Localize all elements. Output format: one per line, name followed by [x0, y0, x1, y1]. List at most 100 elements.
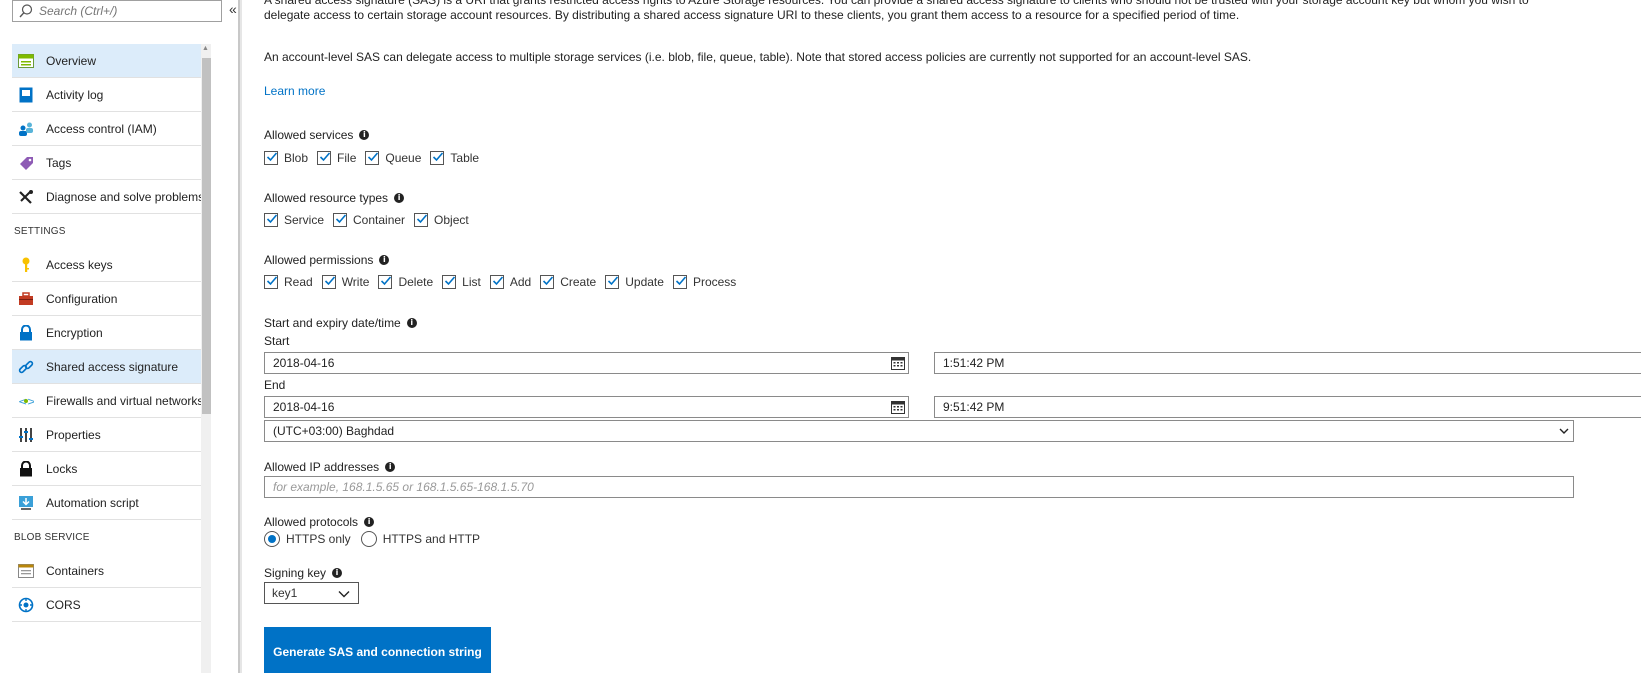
info-icon: i — [359, 130, 370, 140]
sidebar-item-properties[interactable]: Properties — [12, 418, 202, 452]
checkbox-add[interactable]: Add — [489, 275, 532, 289]
info-icon: i — [379, 255, 390, 265]
checkmark-icon — [321, 275, 336, 289]
checkbox-label: File — [337, 151, 357, 165]
checkbox-delete[interactable]: Delete — [378, 275, 433, 289]
sidebar-item-automation-script[interactable]: Automation script — [12, 486, 202, 520]
generate-sas-button[interactable]: Generate SAS and connection string — [264, 627, 491, 673]
section-heading-settings: SETTINGS — [14, 225, 66, 237]
checkbox-process[interactable]: Process — [672, 275, 737, 289]
checkbox-write[interactable]: Write — [321, 275, 369, 289]
checkmark-icon — [489, 275, 504, 289]
main-content: A shared access signature (SAS) is a URI… — [264, 0, 1641, 673]
allowed-resource-types-label-row: Allowed resource types i — [264, 191, 405, 205]
checkbox-container[interactable]: Container — [333, 213, 405, 227]
sidebar-item-firewalls[interactable]: < > Firewalls and virtual networks — [12, 384, 204, 418]
allowed-services-checkboxes: Blob File Queue Table — [264, 151, 488, 165]
activity-log-icon — [18, 87, 34, 103]
checkbox-label: Update — [625, 275, 664, 289]
svg-text:>: > — [27, 395, 34, 408]
timezone-value: (UTC+03:00) Baghdad — [273, 424, 395, 438]
lock-icon — [18, 324, 34, 341]
info-icon: i — [332, 568, 343, 578]
sidebar-item-shared-access-signature[interactable]: Shared access signature — [12, 350, 202, 384]
sidebar-scrollbar[interactable]: ▲ — [201, 44, 211, 673]
allowed-permissions-label-row: Allowed permissions i — [264, 253, 390, 267]
allowed-ip-label-row: Allowed IP addresses i — [264, 460, 396, 474]
checkmark-icon — [264, 213, 278, 227]
checkbox-update[interactable]: Update — [605, 275, 664, 289]
sidebar-item-configuration[interactable]: Configuration — [12, 282, 202, 316]
scroll-up-icon[interactable]: ▲ — [202, 45, 209, 52]
checkbox-object[interactable]: Object — [414, 213, 469, 227]
radio-https-and-http[interactable]: HTTPS and HTTP — [360, 531, 480, 547]
signing-key-select[interactable]: key1 — [264, 582, 359, 604]
checkbox-create[interactable]: Create — [540, 275, 596, 289]
checkbox-list[interactable]: List — [442, 275, 481, 289]
info-icon: i — [406, 318, 417, 328]
sidebar-item-containers[interactable]: Containers — [12, 554, 202, 588]
wrench-icon — [18, 189, 34, 205]
checkbox-label: Delete — [398, 275, 434, 289]
sidebar-item-encryption[interactable]: Encryption — [12, 316, 202, 350]
checkbox-table[interactable]: Table — [430, 151, 479, 165]
checkbox-label: Container — [353, 213, 406, 227]
checkmark-icon — [264, 275, 278, 289]
collapse-sidebar-button[interactable]: « — [229, 1, 237, 17]
allowed-ip-input[interactable]: for example, 168.1.5.65 or 168.1.5.65-16… — [264, 476, 1574, 498]
search-input[interactable] — [39, 2, 219, 20]
timezone-select[interactable]: (UTC+03:00) Baghdad — [264, 420, 1574, 442]
allowed-resource-types-label: Allowed resource types — [264, 191, 389, 205]
checkbox-label: Service — [284, 213, 325, 227]
start-date-input[interactable]: 2018-04-16 — [264, 352, 909, 374]
sidebar-item-overview[interactable]: Overview — [12, 44, 202, 78]
sidebar-item-label: Diagnose and solve problems — [46, 189, 205, 204]
sidebar-item-label: CORS — [46, 597, 81, 612]
learn-more-link[interactable]: Learn more — [264, 84, 325, 98]
tag-icon — [18, 155, 34, 171]
sidebar-nav: Overview Activity log Access control (IA… — [12, 44, 205, 622]
radio-https-only[interactable]: HTTPS only — [264, 531, 351, 547]
end-date-input[interactable]: 2018-04-16 — [264, 396, 909, 418]
checkbox-file[interactable]: File — [317, 151, 356, 165]
start-time-input[interactable]: 1:51:42 PM — [934, 352, 1641, 374]
checkbox-blob[interactable]: Blob — [264, 151, 308, 165]
checkmark-icon — [365, 151, 380, 165]
checkbox-read[interactable]: Read — [264, 275, 313, 289]
checkmark-icon — [540, 275, 555, 289]
account-sas-description: An account-level SAS can delegate access… — [264, 50, 1252, 64]
search-box[interactable] — [12, 0, 222, 22]
checkbox-queue[interactable]: Queue — [365, 151, 421, 165]
link-icon — [18, 359, 34, 375]
allowed-ip-placeholder: for example, 168.1.5.65 or 168.1.5.65-16… — [273, 480, 534, 494]
allowed-protocols-label-row: Allowed protocols i — [264, 515, 375, 529]
sidebar-item-label: Configuration — [46, 291, 118, 306]
sidebar-item-diagnose[interactable]: Diagnose and solve problems — [12, 180, 205, 214]
calendar-icon[interactable] — [891, 400, 905, 414]
sidebar-item-tags[interactable]: Tags — [12, 146, 202, 180]
checkmark-icon — [442, 275, 457, 289]
sidebar-item-label: Firewalls and virtual networks — [46, 393, 204, 408]
firewall-icon: < > — [18, 393, 34, 409]
datetime-label-row: Start and expiry date/time i — [264, 316, 417, 330]
scrollbar-thumb[interactable] — [202, 58, 211, 414]
calendar-icon[interactable] — [891, 356, 905, 370]
sidebar-item-access-keys[interactable]: Access keys — [12, 248, 202, 282]
toolbox-icon — [18, 291, 34, 307]
allowed-permissions-checkboxes: Read Write Delete List Add Create Update… — [264, 275, 745, 289]
radio-indicator — [360, 531, 377, 547]
checkbox-service[interactable]: Service — [264, 213, 324, 227]
allowed-protocols-radios: HTTPS only HTTPS and HTTP — [264, 531, 490, 547]
checkbox-label: List — [462, 275, 481, 289]
checkbox-label: Add — [509, 275, 532, 289]
allowed-permissions-label: Allowed permissions — [264, 253, 374, 267]
checkbox-label: Process — [692, 275, 737, 289]
checkbox-label: Read — [284, 275, 313, 289]
end-time-input[interactable]: 9:51:42 PM — [934, 396, 1641, 418]
sidebar-item-access-control[interactable]: Access control (IAM) — [12, 112, 202, 146]
sidebar-item-cors[interactable]: CORS — [12, 588, 202, 622]
sidebar-item-locks[interactable]: Locks — [12, 452, 202, 486]
sidebar-item-label: Locks — [46, 461, 78, 476]
sidebar-item-activity-log[interactable]: Activity log — [12, 78, 202, 112]
allowed-protocols-label: Allowed protocols — [264, 515, 359, 529]
